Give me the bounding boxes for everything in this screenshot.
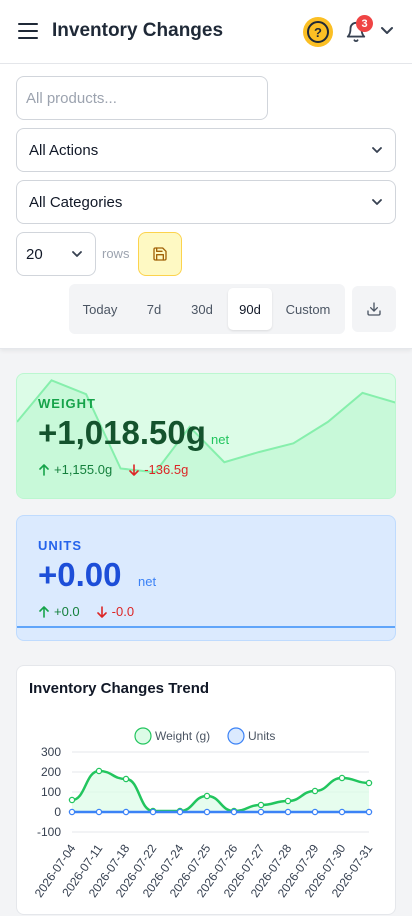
weight-decrease: -136.5g — [144, 462, 189, 477]
weight-data-point — [338, 774, 346, 782]
units-data-point — [338, 808, 346, 816]
units-value: +0.00 — [38, 556, 122, 593]
units-data-point — [257, 808, 265, 816]
units-data-point — [203, 808, 211, 816]
units-data-point — [176, 808, 184, 816]
weight-label: WEIGHT — [38, 396, 96, 411]
arrow-up-icon — [39, 463, 49, 476]
rows-label: rows — [102, 246, 130, 261]
action-select[interactable]: All Actions — [16, 128, 396, 172]
units-stats: +0.0 -0.0 — [38, 604, 134, 619]
chevron-down-icon[interactable] — [380, 26, 394, 36]
download-button[interactable] — [352, 286, 396, 332]
trend-chart: 3002001000-100Weight (g) Units2026-07-042… — [32, 727, 376, 900]
weight-increase: +1,155.0g — [54, 462, 113, 477]
chevron-down-icon — [372, 199, 382, 205]
units-data-point — [230, 808, 238, 816]
arrow-down-icon — [96, 605, 107, 618]
units-label: UNITS — [38, 538, 82, 553]
legend-marker — [134, 727, 152, 745]
units-sparkline — [17, 626, 395, 628]
range-today-button[interactable]: Today — [75, 288, 125, 330]
chevron-down-icon — [372, 147, 382, 153]
download-icon — [367, 302, 381, 316]
date-range-toggle: Today 7d 30d 90d Custom — [69, 284, 345, 334]
weight-value: +1,018.50g — [38, 414, 206, 451]
weight-data-point — [311, 787, 319, 795]
weight-data-point — [203, 792, 211, 800]
arrow-down-icon — [129, 463, 140, 476]
range-7d-button[interactable]: 7d — [133, 288, 175, 330]
y-tick-label: -100 — [37, 825, 61, 839]
y-tick-label: 0 — [54, 805, 61, 819]
trend-chart-card: Inventory Changes Trend 300 200 100 0 -100 We… — [16, 665, 396, 915]
app-header: Inventory Changes ? 3 — [0, 0, 412, 64]
y-tick-label: 200 — [41, 765, 61, 779]
units-increase: +0.0 — [54, 604, 80, 619]
legend-label: Weight (g) — [155, 729, 210, 743]
units-data-point — [149, 808, 157, 816]
units-data-point — [365, 808, 373, 816]
units-data-point — [95, 808, 103, 816]
units-unit: net — [138, 574, 157, 589]
notification-badge: 3 — [356, 15, 373, 32]
filter-panel: All Actions All Categories 20 rows Today… — [0, 64, 412, 349]
legend-label: Units — [248, 729, 275, 743]
product-search-input[interactable] — [16, 76, 268, 120]
arrow-up-icon — [39, 605, 49, 618]
weight-data-point — [257, 801, 265, 809]
range-90d-button[interactable]: 90d — [228, 288, 272, 330]
legend-marker — [227, 727, 245, 745]
units-summary-card: UNITS +0.00 net +0.0 -0.0 — [16, 515, 396, 641]
units-data-point — [68, 808, 76, 816]
category-select[interactable]: All Categories — [16, 180, 396, 224]
page-title: Inventory Changes — [52, 20, 224, 41]
action-select-value: All Actions — [29, 141, 99, 159]
y-tick-label: 100 — [41, 785, 61, 799]
units-data-point — [311, 808, 319, 816]
range-30d-button[interactable]: 30d — [180, 288, 224, 330]
save-icon — [153, 247, 167, 261]
weight-data-point — [365, 779, 373, 787]
weight-data-point — [122, 775, 130, 783]
weight-unit: net — [211, 432, 230, 447]
y-tick-label: 300 — [41, 745, 61, 759]
units-decrease: -0.0 — [111, 604, 135, 619]
chevron-down-icon — [72, 251, 82, 257]
category-select-value: All Categories — [29, 193, 123, 211]
range-custom-button[interactable]: Custom — [278, 288, 338, 330]
weight-data-point — [95, 767, 103, 775]
weight-stats: +1,155.0g -136.5g — [38, 462, 188, 477]
rows-per-page-select[interactable]: 20 — [16, 232, 96, 276]
weight-summary-card: WEIGHT +1,018.50g net +1,155.0g -136.5g — [16, 373, 396, 499]
rows-per-page-value: 20 — [26, 245, 43, 263]
question-icon: ? — [307, 21, 329, 43]
save-filter-button[interactable] — [138, 232, 182, 276]
units-data-point — [122, 808, 130, 816]
menu-icon[interactable] — [18, 23, 38, 39]
weight-data-point — [284, 797, 292, 805]
weight-data-point — [68, 796, 76, 804]
units-data-point — [284, 808, 292, 816]
help-button[interactable]: ? — [303, 17, 333, 47]
